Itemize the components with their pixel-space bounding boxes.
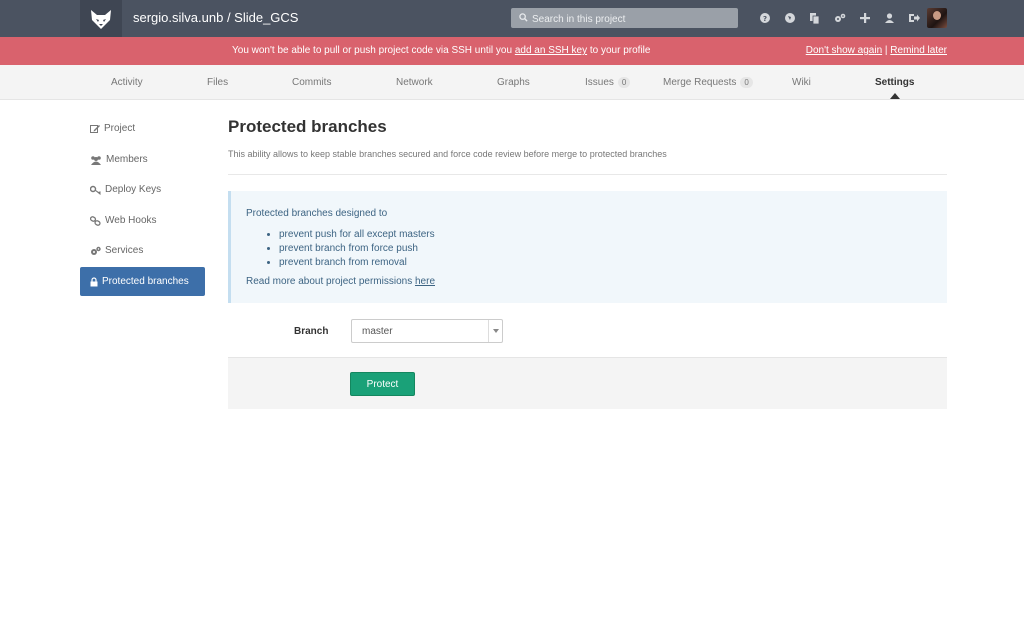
merge-requests-count-badge: 0 xyxy=(740,77,753,88)
project-nav: Activity Files Commits Network Graphs Is… xyxy=(0,65,1024,100)
gitlab-logo[interactable] xyxy=(80,0,122,37)
project-title[interactable]: sergio.silva.unb / Slide_GCS xyxy=(133,10,298,25)
tab-merge-requests[interactable]: Merge Requests 0 xyxy=(663,77,753,88)
fox-logo-icon xyxy=(91,9,111,29)
tab-label: Network xyxy=(396,77,433,88)
tab-label: Wiki xyxy=(792,77,811,88)
sidebar-item-protected-branches[interactable]: Protected branches xyxy=(80,267,205,296)
branch-select-value: master xyxy=(362,326,393,337)
permissions-here-link[interactable]: here xyxy=(415,276,435,287)
help-icon[interactable]: ? xyxy=(752,10,777,26)
top-header: sergio.silva.unb / Slide_GCS ? xyxy=(0,0,1024,37)
search-box[interactable] xyxy=(511,8,738,28)
tab-label: Issues xyxy=(585,77,614,88)
search-icon xyxy=(519,13,528,22)
list-item: prevent branch from removal xyxy=(279,256,435,270)
chevron-down-icon xyxy=(492,329,499,333)
tab-label: Commits xyxy=(292,77,332,88)
ssh-key-alert: You won't be able to pull or push projec… xyxy=(0,37,1024,65)
tab-graphs[interactable]: Graphs xyxy=(497,77,530,88)
key-icon xyxy=(90,185,101,195)
dont-show-again-link[interactable]: Don't show again xyxy=(806,45,882,56)
info-intro: Protected branches designed to xyxy=(246,208,388,219)
page-title: Protected branches xyxy=(228,117,387,136)
read-more-text: Read more about project permissions here xyxy=(246,276,435,287)
tab-activity[interactable]: Activity xyxy=(111,77,143,88)
active-tab-indicator xyxy=(890,93,900,99)
alert-actions: Don't show again | Remind later xyxy=(806,45,947,56)
logout-icon[interactable] xyxy=(902,10,927,26)
sidebar-item-label: Project xyxy=(104,123,136,134)
branch-label: Branch xyxy=(294,326,329,337)
group-icon xyxy=(91,155,101,165)
read-more-label: Read more about project permissions xyxy=(246,276,415,287)
tab-settings[interactable]: Settings xyxy=(875,77,914,88)
issues-count-badge: 0 xyxy=(617,77,631,88)
link-icon xyxy=(90,215,101,226)
explore-icon[interactable] xyxy=(777,10,802,26)
tab-label: Activity xyxy=(111,77,143,88)
list-item: prevent push for all except masters xyxy=(279,228,435,242)
new-project-icon[interactable] xyxy=(852,10,877,26)
protect-button[interactable]: Protect xyxy=(350,372,415,396)
info-bullet-list: prevent push for all except masters prev… xyxy=(279,228,435,270)
sidebar-item-label: Web Hooks xyxy=(105,215,157,226)
form-actions: Protect xyxy=(228,357,947,409)
sidebar-item-web-hooks[interactable]: Web Hooks xyxy=(80,206,205,235)
list-item: prevent branch from force push xyxy=(279,242,435,256)
sidebar-item-label: Protected branches xyxy=(102,276,189,287)
divider xyxy=(228,174,947,175)
search-input[interactable] xyxy=(532,11,732,28)
tab-label: Graphs xyxy=(497,77,530,88)
tab-label: Merge Requests xyxy=(663,77,737,88)
sidebar-item-deploy-keys[interactable]: Deploy Keys xyxy=(80,175,205,204)
add-ssh-key-link[interactable]: add an SSH key xyxy=(515,45,587,56)
sidebar-item-services[interactable]: Services xyxy=(80,236,205,265)
page-description: This ability allows to keep stable branc… xyxy=(228,149,667,159)
profile-icon[interactable] xyxy=(877,10,902,26)
header-icons: ? xyxy=(752,10,927,26)
alert-text: You won't be able to pull or push projec… xyxy=(232,45,515,56)
svg-text:?: ? xyxy=(762,15,766,23)
branch-select[interactable]: master xyxy=(351,319,503,343)
info-panel: Protected branches designed to prevent p… xyxy=(228,191,947,303)
cogs-icon xyxy=(91,246,101,255)
tab-wiki[interactable]: Wiki xyxy=(792,77,811,88)
select-arrow[interactable] xyxy=(488,320,502,342)
sidebar-item-label: Deploy Keys xyxy=(105,184,162,195)
lock-icon xyxy=(90,276,98,286)
snippets-icon[interactable] xyxy=(802,10,827,26)
sidebar-item-label: Members xyxy=(106,154,148,165)
tab-issues[interactable]: Issues 0 xyxy=(585,77,631,88)
sidebar-item-project[interactable]: Project xyxy=(80,114,205,143)
tab-files[interactable]: Files xyxy=(207,77,228,88)
admin-icon[interactable] xyxy=(827,10,852,26)
remind-later-link[interactable]: Remind later xyxy=(890,45,947,56)
alert-message: You won't be able to pull or push projec… xyxy=(232,45,650,56)
alert-text-end: to your profile xyxy=(587,45,651,56)
tab-network[interactable]: Network xyxy=(396,77,433,88)
user-avatar[interactable] xyxy=(927,8,947,28)
edit-icon xyxy=(90,124,100,133)
tab-commits[interactable]: Commits xyxy=(292,77,331,88)
sidebar-item-label: Services xyxy=(105,245,144,256)
tab-label: Files xyxy=(207,77,229,88)
sidebar-item-members[interactable]: Members xyxy=(80,145,205,174)
tab-label: Settings xyxy=(875,77,915,88)
